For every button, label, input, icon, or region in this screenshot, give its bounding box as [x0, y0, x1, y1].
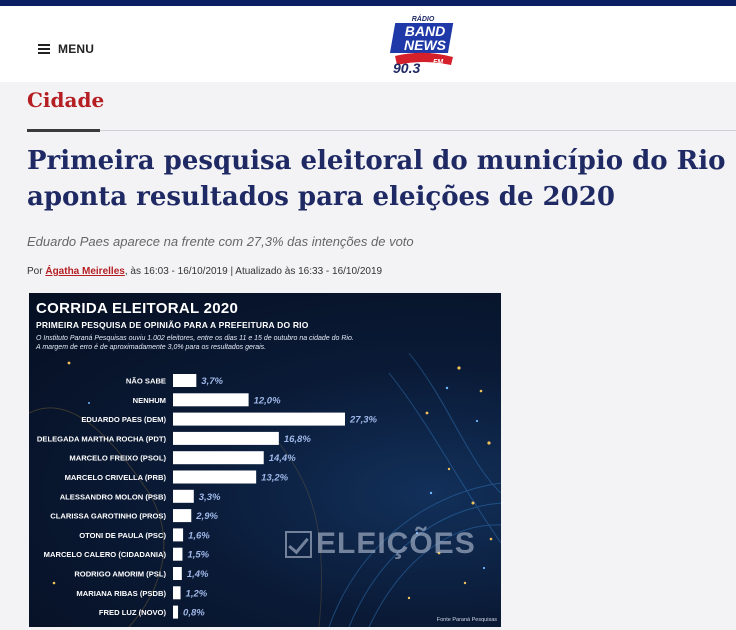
bar-label: EDUARDO PAES (DEM)	[81, 415, 166, 424]
bar-label: MARCELO FREIXO (PSOL)	[69, 454, 166, 463]
logo-fm: FM	[433, 59, 443, 66]
bar-value-label: 0,8%	[183, 608, 205, 619]
bar-value-label: 1,5%	[187, 550, 209, 561]
bar	[173, 374, 197, 387]
bar	[173, 509, 192, 523]
article-byline: Por Ágatha Meirelles, às 16:03 - 16/10/2…	[27, 266, 382, 277]
section-divider	[27, 130, 736, 131]
byline-prefix: Por	[27, 266, 43, 277]
logo-news-text: NEWS	[404, 37, 447, 53]
bar-value-label: 14,4%	[269, 453, 296, 464]
bar-label: MARIANA RIBAS (PSDB)	[76, 589, 166, 598]
bar-value-label: 27,3%	[349, 415, 377, 426]
bar-value-label: 13,2%	[261, 473, 288, 484]
infographic-note-line-2: A margem de erro é de aproximadamente 3,…	[36, 344, 267, 351]
author-link[interactable]: Ágatha Meirelles	[45, 266, 124, 277]
bar	[173, 567, 182, 580]
bar	[173, 586, 181, 600]
bar	[173, 412, 345, 426]
watermark-text: ELEIÇÕES	[316, 527, 476, 560]
checkbox-icon	[285, 530, 312, 558]
poll-infographic: NÃO SABE 3,7% NENHUM 12,0% EDUARDO PAES (DEM…	[29, 293, 501, 627]
poll-bar-chart: NÃO SABE 3,7% NENHUM 12,0% EDUARDO PAES (DEM…	[37, 374, 377, 619]
article-headline: Primeira pesquisa eleitoral do município…	[27, 146, 726, 212]
infographic-note: O Instituto Paraná Pesquisas ouviu 1.002…	[36, 334, 496, 352]
logo-radio-text: RÁDIO	[412, 14, 435, 23]
eleicoes-watermark: ELEIÇÕES	[285, 527, 476, 561]
infographic-subtitle: PRIMEIRA PESQUISA DE OPINIÃO PARA A PREF…	[36, 320, 309, 330]
bar-value-label: 2,9%	[195, 511, 218, 522]
bar-label: MARCELO CRIVELLA (PRB)	[65, 473, 167, 482]
bar-value-label: 16,8%	[284, 434, 311, 445]
bar	[173, 393, 249, 407]
infographic-title: CORRIDA ELEITORAL 2020	[36, 300, 239, 317]
bar-value-label: 12,0%	[254, 395, 281, 406]
bar-label: ALESSANDRO MOLON (PSB)	[60, 492, 167, 501]
bandnews-logo[interactable]: RÁDIO BAND NEWS 90.3 FM	[389, 13, 457, 75]
bar-label: FRED LUZ (NOVO)	[99, 608, 167, 617]
bar-value-label: 1,6%	[188, 530, 210, 541]
bar	[173, 431, 279, 445]
hamburger-icon	[38, 44, 50, 54]
menu-button[interactable]: MENU	[38, 42, 94, 56]
bar-label: NÃO SABE	[126, 377, 166, 386]
logo-frequency: 90.3	[393, 60, 420, 75]
site-header: MENU	[0, 6, 736, 82]
bar	[173, 489, 194, 503]
bar-label: MARCELO CALERO (CIDADANIA)	[44, 550, 167, 559]
bar-label: DELEGADA MARTHA ROCHA (PDT)	[37, 434, 167, 443]
section-label[interactable]: Cidade	[27, 88, 104, 112]
bar	[173, 605, 179, 619]
bar-value-label: 3,7%	[201, 376, 223, 387]
bar-label: NENHUM	[133, 396, 166, 405]
bar-value-label: 1,4%	[187, 569, 209, 580]
bar	[173, 547, 183, 561]
byline-dates: , às 16:03 - 16/10/2019 | Atualizado às …	[124, 266, 383, 277]
bar-label: OTONI DE PAULA (PSC)	[79, 531, 166, 540]
infographic-note-line-1: O Instituto Paraná Pesquisas ouviu 1.002…	[36, 335, 354, 342]
section-divider-accent	[27, 129, 100, 132]
bar-label: RODRIGO AMORIM (PSL)	[74, 570, 166, 579]
menu-label: MENU	[58, 42, 95, 56]
bar	[173, 528, 184, 542]
article-subtitle: Eduardo Paes aparece na frente com 27,3%…	[27, 234, 414, 249]
bar	[173, 451, 264, 465]
bar-value-label: 1,2%	[186, 588, 208, 599]
bar-label: CLARISSA GAROTINHO (PROS)	[50, 512, 166, 521]
infographic-source: Fonte Paraná Pesquisas	[436, 617, 497, 623]
bar-value-label: 3,3%	[199, 492, 221, 503]
bar	[173, 470, 257, 484]
